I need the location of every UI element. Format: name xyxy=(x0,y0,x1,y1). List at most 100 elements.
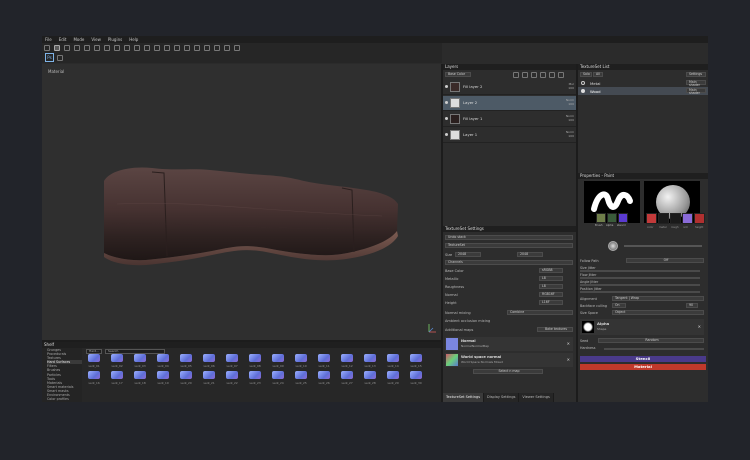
layer-row[interactable]: Fill layer 1 Norm 100 xyxy=(443,112,576,127)
menu-help[interactable]: Help xyxy=(129,37,138,42)
shelf-item[interactable]: vent_01 xyxy=(86,354,102,369)
viewmode-icon[interactable] xyxy=(234,44,240,51)
angle-jitter-slider[interactable] xyxy=(580,284,700,286)
add-effect-icon[interactable] xyxy=(540,72,546,78)
paint-tool-icon[interactable] xyxy=(44,44,50,51)
material-icon[interactable] xyxy=(144,44,150,51)
shelf-item[interactable]: vent_14 xyxy=(385,354,401,369)
backface-toggle[interactable]: On xyxy=(612,303,626,308)
channel-format[interactable]: sRGB8 xyxy=(539,268,563,273)
size-select[interactable]: 2048 xyxy=(455,252,481,257)
backface-angle[interactable]: 90 xyxy=(686,303,698,308)
shelf-item[interactable]: vent_04 xyxy=(155,354,171,369)
radio-icon[interactable] xyxy=(581,81,585,85)
channel-swatch[interactable]: nrm xyxy=(682,213,693,229)
alignment-select[interactable]: Tangent | Wrap xyxy=(612,296,704,301)
channel-swatch[interactable]: color xyxy=(646,213,657,229)
add-fill-layer-icon[interactable] xyxy=(522,72,528,78)
seed-select[interactable]: Random xyxy=(598,338,704,343)
shader-select[interactable]: Main shader xyxy=(686,88,706,95)
camera-icon[interactable] xyxy=(134,44,140,51)
hide-icon[interactable] xyxy=(214,44,220,51)
tab-textureset-settings[interactable]: TextureSet Settings xyxy=(443,393,485,402)
all-button[interactable]: All xyxy=(593,72,603,77)
shelf-item[interactable]: vent_02 xyxy=(109,354,125,369)
channel-swatch[interactable]: metal xyxy=(658,213,669,229)
brush-size-dial[interactable] xyxy=(608,241,618,251)
add-layer-icon[interactable] xyxy=(513,72,519,78)
delete-layer-icon[interactable] xyxy=(558,72,564,78)
select-map-button[interactable]: Select n map xyxy=(473,369,543,374)
size-select-2[interactable]: 2048 xyxy=(517,252,543,257)
alpha-slot[interactable] xyxy=(607,213,617,223)
shelf-item[interactable]: vent_20 xyxy=(178,371,194,386)
stencil-section[interactable]: Stencil xyxy=(580,356,706,362)
layer-blend[interactable]: Mul 100 xyxy=(561,82,574,90)
eraser-tool-icon[interactable] xyxy=(64,44,70,51)
menu-mode[interactable]: Mode xyxy=(73,37,84,42)
size-jitter-slider[interactable] xyxy=(580,270,700,272)
shelf-item[interactable]: vent_22 xyxy=(224,371,240,386)
shelf-item[interactable]: vent_27 xyxy=(339,371,355,386)
add-mask-icon[interactable] xyxy=(531,72,537,78)
map-slot-normal[interactable]: Normal NormalNormalMap ✕ xyxy=(445,337,573,351)
shelf-item[interactable]: vent_25 xyxy=(293,371,309,386)
shelf-item[interactable]: vent_19 xyxy=(155,371,171,386)
settings-icon[interactable] xyxy=(224,44,230,51)
shelf-item[interactable]: vent_15 xyxy=(408,354,424,369)
export-icon[interactable] xyxy=(57,54,63,61)
shelf-item[interactable]: vent_26 xyxy=(316,371,332,386)
menu-file[interactable]: File xyxy=(45,37,52,42)
shelf-search-input[interactable]: Search xyxy=(105,349,166,354)
layer-blend[interactable]: Norm 100 xyxy=(561,114,574,122)
close-icon[interactable]: ✕ xyxy=(698,324,701,329)
grid-icon[interactable] xyxy=(194,44,200,51)
picker-tool-icon[interactable] xyxy=(114,44,120,51)
channel-swatch[interactable]: height xyxy=(694,213,705,229)
material-section[interactable]: Material xyxy=(580,364,706,370)
channel-swatch[interactable]: rough xyxy=(670,213,681,229)
render-icon[interactable] xyxy=(184,44,190,51)
radio-icon[interactable] xyxy=(581,89,585,93)
brush-slot[interactable] xyxy=(596,213,606,223)
layer-row[interactable]: Layer 1 Norm 100 xyxy=(443,128,576,143)
channel-format[interactable]: L16F xyxy=(539,300,563,305)
shelf-filter[interactable]: Hard... xyxy=(86,349,103,354)
display-icon[interactable] xyxy=(174,44,180,51)
menu-plugins[interactable]: Plugins xyxy=(108,37,122,42)
eye-icon[interactable] xyxy=(445,133,448,136)
clone-tool-icon[interactable] xyxy=(104,44,110,51)
shelf-item[interactable]: vent_30 xyxy=(408,371,424,386)
size-space-select[interactable]: Object xyxy=(612,310,704,315)
shelf-item[interactable]: vent_29 xyxy=(385,371,401,386)
shelf-item[interactable]: vent_17 xyxy=(109,371,125,386)
follow-path-select[interactable]: Off xyxy=(626,258,704,263)
shader-select[interactable]: Main shader xyxy=(686,80,706,87)
shelf-item[interactable]: vent_06 xyxy=(201,354,217,369)
settings-button[interactable]: Settings xyxy=(686,72,706,77)
position-jitter-slider[interactable] xyxy=(580,291,700,293)
shelf-category[interactable]: Color profiles xyxy=(47,397,82,401)
shelf-item[interactable]: vent_07 xyxy=(224,354,240,369)
alpha-slot-card[interactable]: Alpha Shape ✕ xyxy=(580,319,704,335)
menu-view[interactable]: View xyxy=(91,37,101,42)
channel-format[interactable]: L8 xyxy=(539,284,563,289)
normal-mixing-select[interactable]: Combine xyxy=(507,310,573,315)
close-icon[interactable]: ✕ xyxy=(567,341,570,346)
projection-tool-icon[interactable] xyxy=(74,44,80,51)
menu-edit[interactable]: Edit xyxy=(59,37,67,42)
shelf-item[interactable]: vent_24 xyxy=(270,371,286,386)
map-slot-world-normal[interactable]: World space normal World Space Normals M… xyxy=(445,353,573,367)
brush-tool-icon[interactable] xyxy=(54,44,60,51)
layout-icon[interactable] xyxy=(164,44,170,51)
add-folder-icon[interactable] xyxy=(549,72,555,78)
polygon-fill-icon[interactable] xyxy=(84,44,90,51)
shelf-item[interactable]: vent_10 xyxy=(293,354,309,369)
shelf-item[interactable]: vent_16 xyxy=(86,371,102,386)
layer-blend[interactable]: Norm 100 xyxy=(561,98,574,106)
channels-row[interactable]: Channels xyxy=(445,260,573,265)
stencil-slot[interactable] xyxy=(618,213,628,223)
textureset-item[interactable]: Metal Main shader xyxy=(578,79,708,87)
shelf-item[interactable]: vent_21 xyxy=(201,371,217,386)
undo-stack-row[interactable]: Undo stack xyxy=(445,235,573,240)
